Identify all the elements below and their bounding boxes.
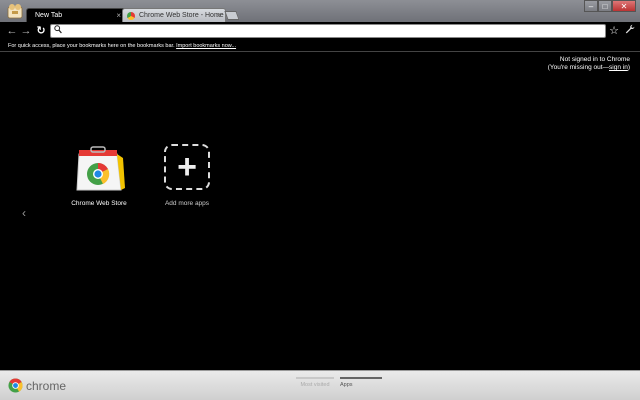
web-store-icon: [76, 146, 125, 191]
web-store-favicon-icon: [127, 12, 135, 20]
footer-tab-indicator: [296, 377, 334, 379]
footer-tab-label: Most visited: [300, 382, 330, 388]
footer-tab-indicator: [340, 377, 382, 379]
forward-button[interactable]: →: [20, 24, 32, 38]
app-chrome-web-store[interactable]: Chrome Web Store: [59, 144, 139, 207]
minimize-button[interactable]: –: [584, 0, 598, 12]
chrome-logo-icon: [8, 378, 23, 393]
toolbar: ← → ↻ ☆: [0, 22, 640, 40]
chrome-wordmark: chrome: [26, 378, 67, 393]
back-button[interactable]: ←: [6, 24, 18, 38]
tab-title: Chrome Web Store - Home: [139, 12, 224, 19]
chrome-menu-icon[interactable]: [6, 3, 24, 19]
tab-chrome-web-store[interactable]: Chrome Web Store - Home ×: [122, 8, 226, 22]
tab-close-icon[interactable]: ×: [116, 9, 121, 22]
omnibox[interactable]: [50, 24, 606, 38]
tab-strip: New Tab × Chrome Web Store - Home × – □ …: [0, 0, 640, 22]
signin-prompt-suffix: ): [627, 64, 630, 71]
footer-bar: chrome Most visited Apps: [0, 370, 640, 400]
bookmarks-prompt: For quick access, place your bookmarks h…: [8, 43, 175, 49]
footer-tab-most-visited[interactable]: Most visited: [296, 377, 334, 388]
plus-icon: +: [164, 144, 210, 190]
tab-new-tab[interactable]: New Tab ×: [26, 8, 126, 22]
signin-status: Not signed in to Chrome: [559, 56, 630, 63]
close-window-button[interactable]: ✕: [612, 0, 636, 12]
app-add-more-apps[interactable]: + Add more apps: [147, 144, 227, 207]
chrome-logo: chrome: [8, 378, 66, 393]
maximize-button[interactable]: □: [598, 0, 612, 12]
app-label: Add more apps: [164, 200, 210, 207]
tab-close-icon[interactable]: ×: [216, 9, 221, 22]
wrench-menu-icon[interactable]: [624, 24, 636, 38]
bookmark-star-icon[interactable]: ☆: [608, 24, 620, 38]
tab-title: New Tab: [35, 12, 63, 19]
signin-notice: Not signed in to Chrome (You're missing …: [548, 56, 630, 72]
footer-tab-label: Apps: [340, 382, 353, 388]
reload-button[interactable]: ↻: [35, 24, 47, 38]
window-controls: – □ ✕: [584, 0, 636, 12]
search-icon: [54, 25, 62, 37]
signin-prompt-prefix: (You're missing out—: [547, 64, 610, 71]
page-prev-arrow-icon[interactable]: ‹: [22, 206, 26, 220]
app-label: Chrome Web Store: [71, 200, 127, 207]
import-bookmarks-link[interactable]: Import bookmarks now...: [176, 43, 236, 49]
bookmarks-bar: For quick access, place your bookmarks h…: [0, 40, 640, 52]
footer-tab-apps[interactable]: Apps: [340, 377, 382, 388]
new-tab-button[interactable]: [224, 11, 240, 20]
sign-in-link[interactable]: sign in: [609, 64, 628, 71]
